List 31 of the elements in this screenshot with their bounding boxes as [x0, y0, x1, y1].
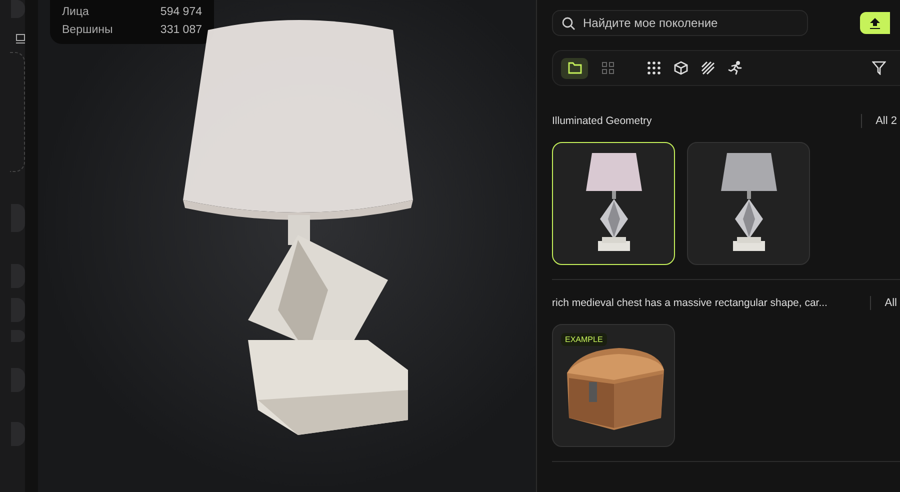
- control-background: [11, 264, 25, 288]
- stat-value: 331 087: [160, 24, 202, 36]
- stat-label: Лица: [62, 6, 89, 18]
- control-background: [11, 298, 25, 322]
- view-all-link[interactable]: All: [884, 297, 897, 309]
- section-title: rich medieval chest has a massive rectangular shape, car...: [552, 297, 828, 309]
- monitor-icon: [16, 34, 25, 44]
- control-background: [11, 368, 25, 392]
- search-field[interactable]: Найдите мое поколение: [552, 10, 808, 36]
- control-background: [11, 204, 25, 232]
- upload-button[interactable]: [860, 12, 890, 34]
- folder-icon: [568, 62, 582, 74]
- view-all-link[interactable]: All 2: [876, 115, 897, 127]
- toggle-track[interactable]: [11, 330, 25, 342]
- hatch-icon[interactable]: [701, 61, 715, 75]
- control-background: [11, 0, 25, 18]
- example-badge: EXAMPLE: [561, 333, 607, 346]
- stat-label: Вершины: [62, 24, 113, 36]
- cube-icon[interactable]: [674, 61, 688, 75]
- dots-grid-icon[interactable]: [647, 61, 661, 75]
- stat-value: 594 974: [160, 6, 202, 18]
- filter-icon[interactable]: [872, 61, 886, 75]
- grid-icon: [602, 62, 614, 74]
- search-icon: [562, 17, 575, 30]
- model-card[interactable]: EXAMPLE: [552, 324, 675, 447]
- running-figure-icon[interactable]: [728, 61, 742, 75]
- control-background: [11, 422, 25, 446]
- folder-view-button[interactable]: [561, 58, 588, 78]
- section-title: Illuminated Geometry: [552, 115, 652, 127]
- model-card[interactable]: [687, 142, 810, 265]
- upload-icon: [870, 18, 880, 28]
